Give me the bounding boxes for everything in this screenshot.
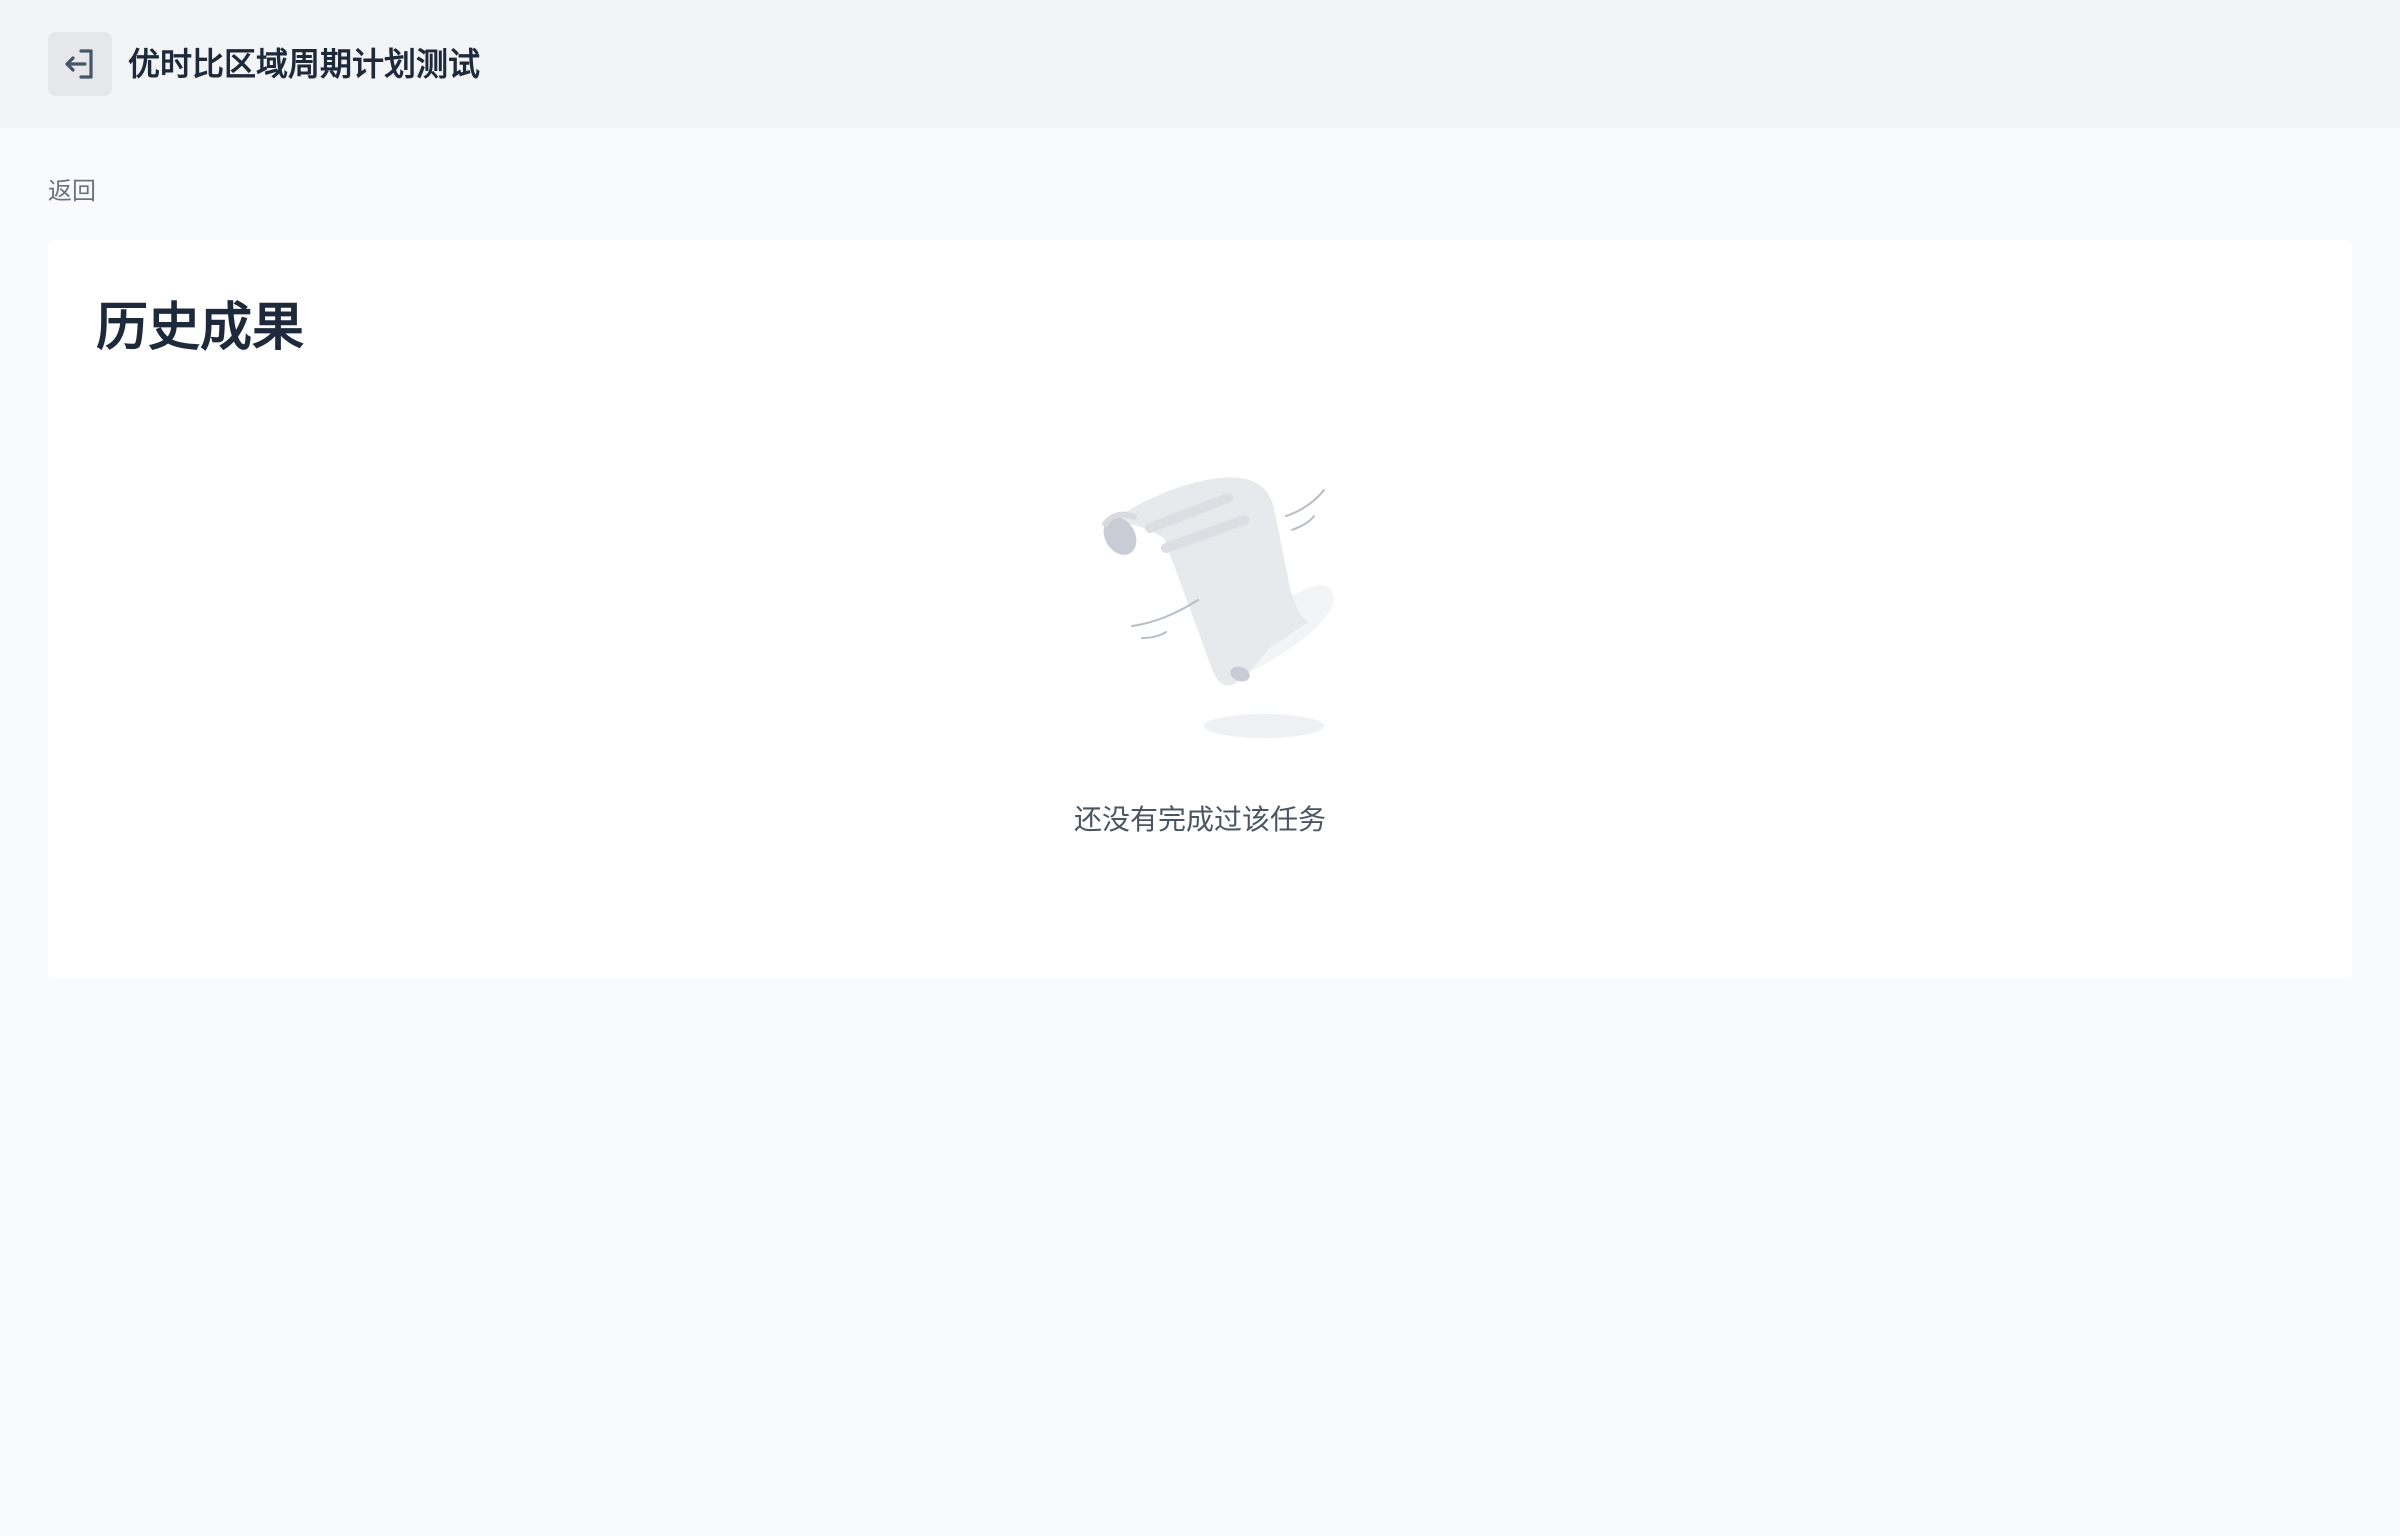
empty-state-message: 还没有完成过该任务 <box>1073 803 1326 836</box>
exit-arrow-icon <box>65 49 93 79</box>
history-results-title: 历史成果 <box>96 298 305 358</box>
page-title: 优时比区域周期计划测试 <box>128 45 481 83</box>
history-results-card: 历史成果 还没有完成过该任务 <box>48 240 2352 978</box>
exit-button[interactable] <box>48 32 112 96</box>
top-bar: 优时比区域周期计划测试 <box>0 0 2400 128</box>
empty-scroll-illustration <box>1101 477 1334 738</box>
back-link[interactable]: 返回 <box>48 174 96 208</box>
